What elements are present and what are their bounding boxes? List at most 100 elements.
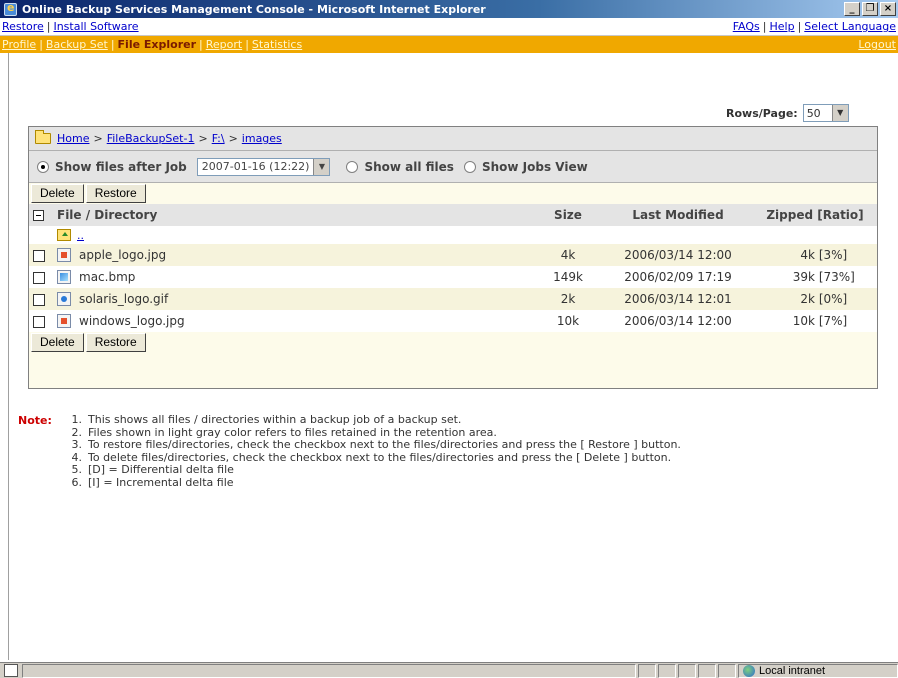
select-language-link[interactable]: Select Language (804, 20, 896, 33)
file-name[interactable]: windows_logo.jpg (79, 314, 185, 328)
file-last-modified: 2006/03/14 12:01 (603, 288, 753, 310)
file-zipped-size: 39k (792, 270, 815, 284)
job-select[interactable]: 2007-01-16 (12:22) ▼ (196, 157, 331, 176)
nav-file-explorer[interactable]: File Explorer (118, 38, 196, 51)
note-number: 6. (71, 475, 83, 489)
table-row: windows_logo.jpg 10k 2006/03/14 12:00 10k [… (29, 310, 877, 332)
select-all-toggle[interactable] (29, 204, 53, 226)
status-panel-1 (638, 663, 656, 678)
table-row: solaris_logo.gif 2k 2006/03/14 12:01 2k [0%… (29, 288, 877, 310)
row-checkbox[interactable] (33, 293, 45, 306)
parent-directory-link[interactable]: .. (77, 229, 84, 242)
ie-app-icon (4, 1, 17, 16)
frame-border (8, 53, 9, 660)
view-filter-bar: Show files after Job 2007-01-16 (12:22) … (29, 151, 877, 183)
row-checkbox[interactable] (33, 315, 45, 328)
window-controls: _ ❐ × (844, 2, 896, 16)
show-all-files-radio[interactable] (346, 160, 359, 173)
restore-link[interactable]: Restore (2, 20, 44, 33)
status-panel-3 (678, 663, 696, 678)
intranet-globe-icon (743, 664, 755, 677)
file-size: 10k (533, 310, 603, 332)
faqs-link[interactable]: FAQs (733, 20, 760, 33)
table-row: mac.bmp 149k 2006/02/09 17:19 39k [73%] (29, 266, 877, 288)
notes-section: Note: 1. This shows all files / directori… (18, 413, 878, 490)
collapse-icon[interactable] (33, 210, 44, 221)
breadcrumb-images[interactable]: images (242, 132, 282, 145)
status-text-panel (22, 663, 636, 678)
top-nav: Restore | Install Software FAQs | Help | Selec… (0, 18, 898, 36)
show-jobs-view-label: Show Jobs View (481, 159, 588, 174)
jpg-file-icon (57, 314, 71, 328)
row-checkbox[interactable] (33, 271, 45, 284)
restore-window-button[interactable]: ❐ (862, 2, 878, 16)
breadcrumb-backupset[interactable]: FileBackupSet-1 (107, 132, 195, 145)
gif-file-icon (57, 292, 71, 306)
row-checkbox[interactable] (33, 249, 45, 262)
install-software-link[interactable]: Install Software (53, 20, 138, 33)
folder-icon (35, 130, 51, 144)
delete-button-bottom[interactable]: Delete (31, 333, 84, 352)
file-zipped-size: 10k (792, 314, 815, 328)
chevron-down-icon[interactable]: ▼ (831, 105, 848, 121)
main-nav: Profile | Backup Set | File Explorer | Report |… (0, 36, 898, 53)
header-file-directory: File / Directory (53, 204, 533, 226)
table-row: apple_logo.jpg 4k 2006/03/14 12:00 4k [3%] (29, 244, 877, 266)
file-size: 4k (533, 244, 603, 266)
file-name[interactable]: apple_logo.jpg (79, 248, 166, 262)
minimize-button[interactable]: _ (844, 2, 860, 16)
file-zipped-ratio: 10k [7%] (753, 310, 877, 332)
bottom-action-bar: Delete Restore (29, 332, 877, 353)
file-ratio: [7%] (818, 314, 848, 328)
jpg-file-icon (57, 248, 71, 262)
top-nav-right: FAQs | Help | Select Language (732, 20, 896, 33)
nav-statistics[interactable]: Statistics (252, 38, 302, 51)
file-name[interactable]: solaris_logo.gif (79, 292, 168, 306)
note-item: 3. To restore files/directories, check th… (66, 438, 681, 452)
top-nav-left: Restore | Install Software (2, 20, 139, 33)
job-select-value: 2007-01-16 (12:22) (201, 160, 310, 173)
header-size: Size (533, 204, 603, 226)
restore-button[interactable]: Restore (85, 184, 146, 203)
show-files-after-job-radio[interactable] (37, 160, 49, 173)
show-all-files-label: Show all files (364, 159, 454, 174)
window-titlebar: Online Backup Services Management Consol… (0, 0, 898, 18)
file-size: 149k (533, 266, 603, 288)
nav-backup-set[interactable]: Backup Set (46, 38, 108, 51)
file-ratio: [3%] (818, 248, 848, 262)
rows-per-page-select[interactable]: 50 ▼ (802, 104, 849, 122)
file-name[interactable]: mac.bmp (79, 270, 135, 284)
help-link[interactable]: Help (769, 20, 794, 33)
note-item: 1. This shows all files / directories wit… (66, 413, 681, 427)
nav-report[interactable]: Report (206, 38, 242, 51)
note-text: To restore files/directories, check the … (88, 438, 681, 451)
breadcrumb-path: Home > FileBackupSet-1 > F:\ > images (57, 132, 282, 145)
security-zone-label: Local intranet (759, 664, 826, 677)
top-action-bar: Delete Restore (29, 183, 877, 204)
breadcrumb-drive[interactable]: F:\ (212, 132, 225, 145)
delete-button[interactable]: Delete (31, 184, 84, 203)
file-ratio: [0%] (818, 292, 848, 306)
parent-directory-row: .. (29, 226, 877, 244)
note-item: 6. [I] = Incremental delta file (66, 475, 681, 490)
file-zipped-ratio: 39k [73%] (753, 266, 877, 288)
close-button[interactable]: × (880, 2, 896, 16)
breadcrumb: Home > FileBackupSet-1 > F:\ > images (29, 127, 877, 151)
rows-per-page: Rows/Page: 50 ▼ (726, 104, 849, 122)
logout-link[interactable]: Logout (858, 38, 896, 51)
file-size: 2k (533, 288, 603, 310)
chevron-down-icon[interactable]: ▼ (313, 158, 330, 175)
file-zipped-size: 4k (800, 248, 815, 262)
status-panel-2 (658, 663, 676, 678)
breadcrumb-home[interactable]: Home (57, 132, 89, 145)
nav-profile[interactable]: Profile (2, 38, 36, 51)
note-number: 1. (71, 413, 83, 426)
status-bar: Local intranet (0, 662, 898, 678)
restore-button-bottom[interactable]: Restore (85, 333, 146, 352)
file-last-modified: 2006/03/14 12:00 (603, 310, 753, 332)
file-zipped-size: 2k (800, 292, 815, 306)
page-status-icon (4, 664, 18, 677)
show-jobs-view-radio[interactable] (463, 160, 476, 173)
up-folder-icon[interactable] (57, 229, 71, 241)
file-table: File / Directory Size Last Modified Zipp… (29, 204, 877, 332)
